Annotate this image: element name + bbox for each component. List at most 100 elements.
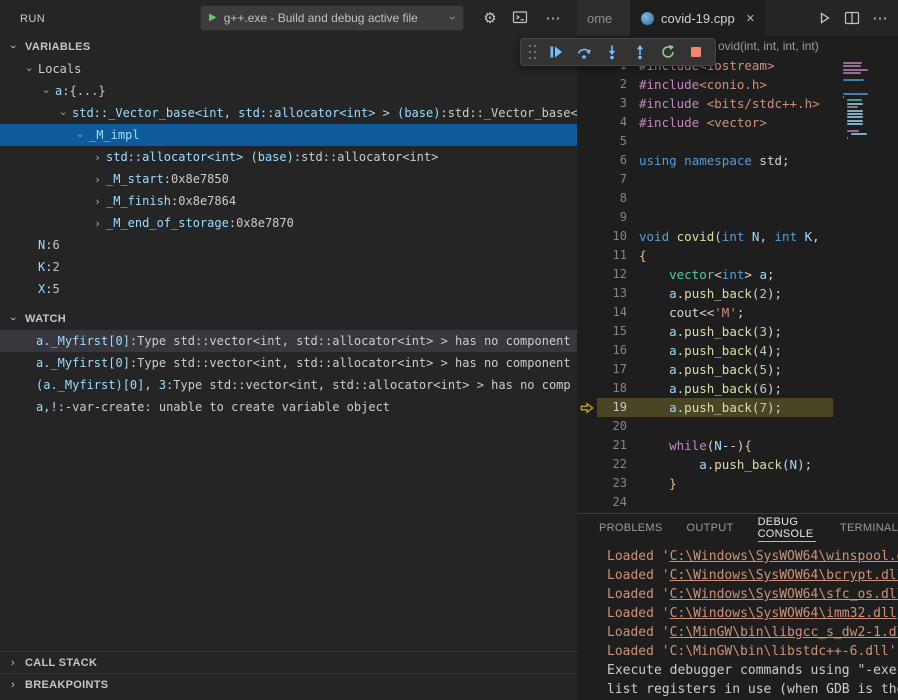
code-line[interactable]: 9 <box>577 208 833 227</box>
code-editor[interactable]: 1#include<iostream>2#include<conio.h>3#i… <box>577 56 833 513</box>
step-over-button[interactable] <box>570 40 598 64</box>
code-line[interactable]: 22 a.push_back(N); <box>577 455 833 474</box>
glyph-margin[interactable] <box>577 265 597 284</box>
variable-row[interactable]: ›std::allocator<int> (base): std::alloca… <box>0 146 577 168</box>
glyph-margin[interactable] <box>577 132 597 151</box>
code-line[interactable]: 13 a.push_back(2); <box>577 284 833 303</box>
restart-button[interactable] <box>654 40 682 64</box>
glyph-margin[interactable] <box>577 246 597 265</box>
code-line[interactable]: 21 while(N--){ <box>577 436 833 455</box>
glyph-margin[interactable] <box>577 322 597 341</box>
toolbar-drag-handle[interactable] <box>527 43 539 61</box>
minimap-line <box>847 113 863 115</box>
section-header-watch[interactable]: › WATCH <box>0 308 577 330</box>
tab-partial[interactable]: ome <box>577 0 631 36</box>
glyph-margin[interactable] <box>577 151 597 170</box>
glyph-margin[interactable] <box>577 493 597 512</box>
step-into-button[interactable] <box>598 40 626 64</box>
glyph-margin[interactable] <box>577 208 597 227</box>
watch-expression: a,! <box>36 400 58 414</box>
panel-tab-problems[interactable]: PROBLEMS <box>599 514 663 542</box>
section-header-call-stack[interactable]: › CALL STACK <box>0 651 577 673</box>
continue-button[interactable] <box>542 40 570 64</box>
variable-row[interactable]: ›std::_Vector_base<int, std::allocator<i… <box>0 102 577 124</box>
variable-row[interactable]: ›_M_start: 0x8e7850 <box>0 168 577 190</box>
variable-row[interactable]: X: 5 <box>0 278 577 300</box>
variable-row[interactable]: ›a: {...} <box>0 80 577 102</box>
settings-gear-button[interactable]: ⚙ <box>480 9 500 29</box>
console-file-link[interactable]: C:\Windows\SysWOW64\winspool.d <box>670 549 898 564</box>
section-header-variables[interactable]: › VARIABLES <box>0 36 577 58</box>
code-line[interactable]: 11{ <box>577 246 833 265</box>
glyph-margin[interactable] <box>577 189 597 208</box>
panel-tab-terminal[interactable]: TERMINAL <box>840 514 898 542</box>
code-line[interactable]: 6using namespace std; <box>577 151 833 170</box>
variable-row[interactable]: ›Locals <box>0 58 577 80</box>
glyph-margin[interactable] <box>577 379 597 398</box>
debug-console-output[interactable]: Loaded 'C:\Windows\SysWOW64\winspool.dLo… <box>577 542 898 699</box>
tab-close-button[interactable]: ✕ <box>746 12 755 25</box>
glyph-margin[interactable] <box>577 284 597 303</box>
debug-console-button[interactable] <box>510 9 530 29</box>
variable-row[interactable]: N: 6 <box>0 234 577 256</box>
code-line[interactable]: 17 a.push_back(5); <box>577 360 833 379</box>
console-file-link[interactable]: C:\MinGW\bin\libgcc_s_dw2-1.dl <box>670 625 898 640</box>
views-more-actions-button[interactable]: ⋯ <box>543 9 563 29</box>
editor-more-actions-button[interactable]: ⋯ <box>868 6 892 30</box>
code-line[interactable]: 3#include <bits/stdc++.h> <box>577 94 833 113</box>
run-or-debug-button[interactable] <box>812 6 836 30</box>
stop-button[interactable] <box>682 40 710 64</box>
variable-row[interactable]: ›_M_finish: 0x8e7864 <box>0 190 577 212</box>
code-line[interactable]: 7 <box>577 170 833 189</box>
variable-row[interactable]: ›_M_impl <box>0 124 577 146</box>
code-line[interactable]: 8 <box>577 189 833 208</box>
code-line[interactable]: 5 <box>577 132 833 151</box>
glyph-margin[interactable] <box>577 360 597 379</box>
glyph-margin[interactable] <box>577 94 597 113</box>
glyph-margin[interactable] <box>577 75 597 94</box>
console-file-link[interactable]: C:\Windows\SysWOW64\sfc_os.dll <box>670 587 898 602</box>
code-text: #include <bits/stdc++.h> <box>627 94 820 113</box>
code-line[interactable]: 14 cout<<'M'; <box>577 303 833 322</box>
panel-tab-output[interactable]: OUTPUT <box>687 514 734 542</box>
code-line[interactable]: 18 a.push_back(6); <box>577 379 833 398</box>
code-line[interactable]: 23 } <box>577 474 833 493</box>
code-line[interactable]: 15 a.push_back(3); <box>577 322 833 341</box>
watch-row[interactable]: (a._Myfirst)[0], 3: Type std::vector<int… <box>0 374 577 396</box>
stop-icon <box>688 44 704 60</box>
debug-config-dropdown[interactable]: ▶ g++.exe - Build and debug active file … <box>200 5 464 31</box>
glyph-margin[interactable] <box>577 113 597 132</box>
code-line[interactable]: 24 <box>577 493 833 512</box>
separator: : <box>440 106 447 120</box>
current-statement-arrow-icon[interactable] <box>577 398 597 417</box>
tab-covid-19-cpp[interactable]: covid-19.cpp ✕ <box>631 0 765 36</box>
minimap[interactable] <box>833 56 898 513</box>
console-file-link[interactable]: C:\Windows\SysWOW64\imm32.dll <box>670 606 897 621</box>
glyph-margin[interactable] <box>577 474 597 493</box>
code-line[interactable]: 2#include<conio.h> <box>577 75 833 94</box>
breadcrumb-symbol[interactable]: ovid(int, int, int, int) <box>718 39 819 53</box>
glyph-margin[interactable] <box>577 417 597 436</box>
step-out-button[interactable] <box>626 40 654 64</box>
watch-row[interactable]: a._Myfirst[0]: Type std::vector<int, std… <box>0 352 577 374</box>
code-line[interactable]: 20 <box>577 417 833 436</box>
variable-row[interactable]: K: 2 <box>0 256 577 278</box>
code-line[interactable]: 10void covid(int N, int K, <box>577 227 833 246</box>
split-editor-button[interactable] <box>840 6 864 30</box>
variable-row[interactable]: ›_M_end_of_storage: 0x8e7870 <box>0 212 577 234</box>
section-header-breakpoints[interactable]: › BREAKPOINTS <box>0 673 577 695</box>
glyph-margin[interactable] <box>577 455 597 474</box>
watch-row[interactable]: a,!: -var-create: unable to create varia… <box>0 396 577 418</box>
glyph-margin[interactable] <box>577 170 597 189</box>
code-line[interactable]: 19 a.push_back(7); <box>577 398 833 417</box>
glyph-margin[interactable] <box>577 436 597 455</box>
panel-tab-debug-console[interactable]: DEBUG CONSOLE <box>758 514 816 542</box>
code-line[interactable]: 12 vector<int> a; <box>577 265 833 284</box>
watch-row[interactable]: a._Myfirst[0]: Type std::vector<int, std… <box>0 330 577 352</box>
glyph-margin[interactable] <box>577 341 597 360</box>
code-line[interactable]: 16 a.push_back(4); <box>577 341 833 360</box>
glyph-margin[interactable] <box>577 303 597 322</box>
console-file-link[interactable]: C:\Windows\SysWOW64\bcrypt.dll <box>670 568 898 583</box>
code-line[interactable]: 4#include <vector> <box>577 113 833 132</box>
glyph-margin[interactable] <box>577 227 597 246</box>
